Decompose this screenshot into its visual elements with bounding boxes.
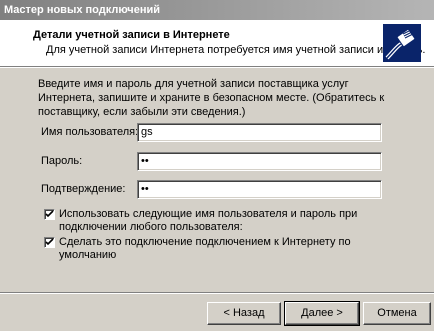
header-title: Детали учетной записи в Интернете: [33, 29, 230, 41]
username-label: Имя пользователя:: [41, 126, 139, 138]
wizard-header: Детали учетной записи в Интернете Для уч…: [0, 20, 434, 67]
default-connection-label: Сделать это подключение подключением к И…: [59, 236, 351, 261]
wizard-content: Введите имя и пароль для учетной записи …: [0, 67, 434, 291]
header-subtitle: Для учетной записи Интернета потребуется…: [46, 44, 426, 56]
default-connection-checkbox[interactable]: [44, 237, 55, 248]
next-button[interactable]: Далее >: [284, 301, 360, 326]
confirm-label: Подтверждение:: [41, 183, 126, 195]
network-cable-icon: [383, 24, 421, 62]
checkmark-icon: [45, 210, 54, 218]
password-label: Пароль:: [41, 155, 83, 167]
footer-divider: [0, 292, 434, 294]
confirm-password-input[interactable]: ••: [137, 180, 382, 199]
username-input[interactable]: gs: [137, 123, 382, 142]
checkmark-icon: [45, 238, 54, 246]
intro-text: Введите имя и пароль для учетной записи …: [38, 78, 385, 118]
window-title: Мастер новых подключений: [0, 0, 434, 20]
back-button[interactable]: < Назад: [207, 302, 281, 325]
shared-credentials-checkbox[interactable]: [44, 209, 55, 220]
cancel-button[interactable]: Отмена: [363, 302, 431, 325]
shared-credentials-label: Использовать следующие имя пользователя …: [59, 208, 358, 233]
password-input[interactable]: ••: [137, 152, 382, 171]
